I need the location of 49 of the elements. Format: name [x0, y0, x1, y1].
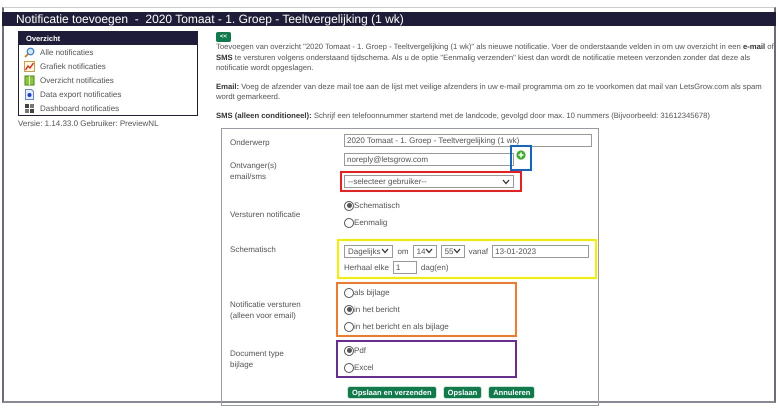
field-label: Versturen notificatie [230, 208, 302, 220]
book-icon [24, 74, 35, 86]
field-label: Notificatie versturen (alleen voor email) [230, 298, 302, 320]
field-label: Document type bijlage [230, 348, 285, 370]
chart-icon [24, 60, 35, 72]
field-label: Onderwerp [230, 137, 271, 148]
sidebar-link[interactable]: Grafiek notificaties [40, 62, 106, 70]
dropdown[interactable]: Dagelijks [344, 244, 394, 258]
sidebar-link[interactable]: Overzicht notificaties [40, 76, 114, 84]
date-field[interactable]: 13-01-2023 [492, 244, 589, 258]
caret-icon [381, 248, 390, 254]
radio-button[interactable] [344, 304, 354, 314]
radio-label: Eenmalig [354, 218, 388, 227]
page-title: Notificatie toevoegen - 2020 Tomaat - 1. Groep - Teeltvergelijking (1 wk) [16, 12, 404, 26]
radio-button[interactable] [344, 362, 354, 372]
radio-button[interactable] [344, 346, 354, 356]
dropdown[interactable]: 55 [440, 244, 465, 258]
document-icon [24, 88, 35, 100]
radio-button[interactable] [344, 322, 354, 332]
dropdown[interactable]: 14 [412, 244, 437, 258]
radio-label: in het bericht en als bijlage [354, 322, 449, 331]
email-field[interactable]: noreply@letsgrow.com [344, 153, 514, 166]
user-dropdown[interactable]: --selecteer gebruiker-- [344, 175, 514, 188]
sidebar-link[interactable]: Data export notificaties [40, 90, 122, 98]
search-icon [24, 46, 35, 58]
grid-icon [24, 102, 35, 114]
caret-icon [453, 248, 462, 254]
radio-label: in het bericht [354, 305, 400, 314]
field-label: Schematisch [230, 244, 277, 256]
radio-button[interactable] [344, 218, 354, 228]
schedule-label: Herhaal elke [344, 262, 389, 272]
schedule-label: om [397, 246, 409, 256]
version-text: Versie: 1.14.33.0 Gebruiker: PreviewNL [18, 119, 160, 128]
radio-button[interactable] [344, 288, 354, 298]
sidebar-link[interactable]: Dashboard notificaties [40, 104, 120, 112]
add-icon[interactable] [516, 150, 526, 160]
radio-label: Excel [354, 363, 374, 372]
caret-icon [425, 248, 434, 254]
radio-label: Schematisch [354, 201, 400, 210]
caret-icon [502, 178, 510, 184]
radio-button[interactable] [344, 200, 354, 210]
repeat-field[interactable]: 1 [392, 260, 417, 274]
sidebar-link[interactable]: Alle notificaties [40, 48, 94, 56]
radio-label: als bijlage [354, 288, 390, 297]
schedule-label: dag(en) [420, 262, 448, 272]
radio-label: Pdf [354, 346, 366, 355]
field-label: Ontvanger(s) email/sms [230, 160, 278, 183]
subject-field[interactable]: 2020 Tomaat - 1. Groep - Teeltvergelijking (1 wk) [344, 134, 592, 147]
schedule-label: vanaf [468, 246, 488, 256]
